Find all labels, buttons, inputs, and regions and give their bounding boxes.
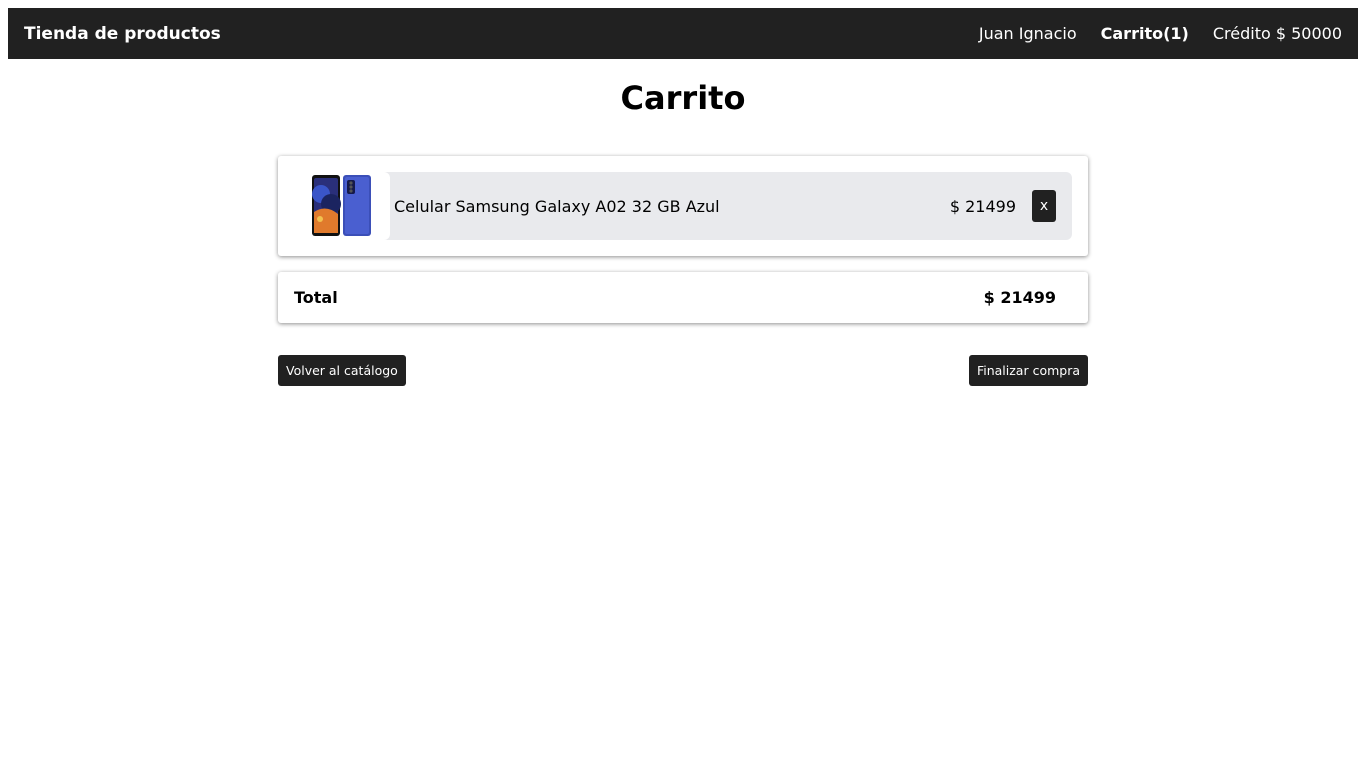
cart-item-name: Celular Samsung Galaxy A02 32 GB Azul	[394, 196, 720, 216]
cart-item-price: $ 21499	[949, 196, 1016, 216]
cart-item: Celular Samsung Galaxy A02 32 GB Azul $ …	[294, 172, 1072, 240]
finish-purchase-button[interactable]: Finalizar compra	[968, 355, 1088, 386]
remove-item-button[interactable]: x	[1032, 190, 1056, 222]
top-navbar: Tienda de productos Juan Ignacio Carrito…	[8, 8, 1358, 59]
brand-link[interactable]: Tienda de productos	[24, 24, 221, 44]
phone-image	[312, 175, 371, 236]
nav-links: Juan Ignacio Carrito(1) Crédito $ 50000	[979, 24, 1342, 43]
page: Tienda de productos Juan Ignacio Carrito…	[0, 0, 1366, 768]
back-to-catalog-button[interactable]: Volver al catálogo	[278, 355, 406, 386]
total-value: $ 21499	[983, 288, 1056, 307]
total-card: Total $ 21499	[278, 272, 1088, 323]
page-title: Carrito	[620, 79, 746, 117]
product-thumbnail	[294, 172, 390, 240]
cart-link[interactable]: Carrito(1)	[1101, 24, 1189, 43]
user-name-link[interactable]: Juan Ignacio	[979, 24, 1077, 43]
total-label: Total	[294, 288, 338, 307]
cart-items-card: Celular Samsung Galaxy A02 32 GB Azul $ …	[278, 156, 1088, 256]
credit-display[interactable]: Crédito $ 50000	[1213, 24, 1342, 43]
